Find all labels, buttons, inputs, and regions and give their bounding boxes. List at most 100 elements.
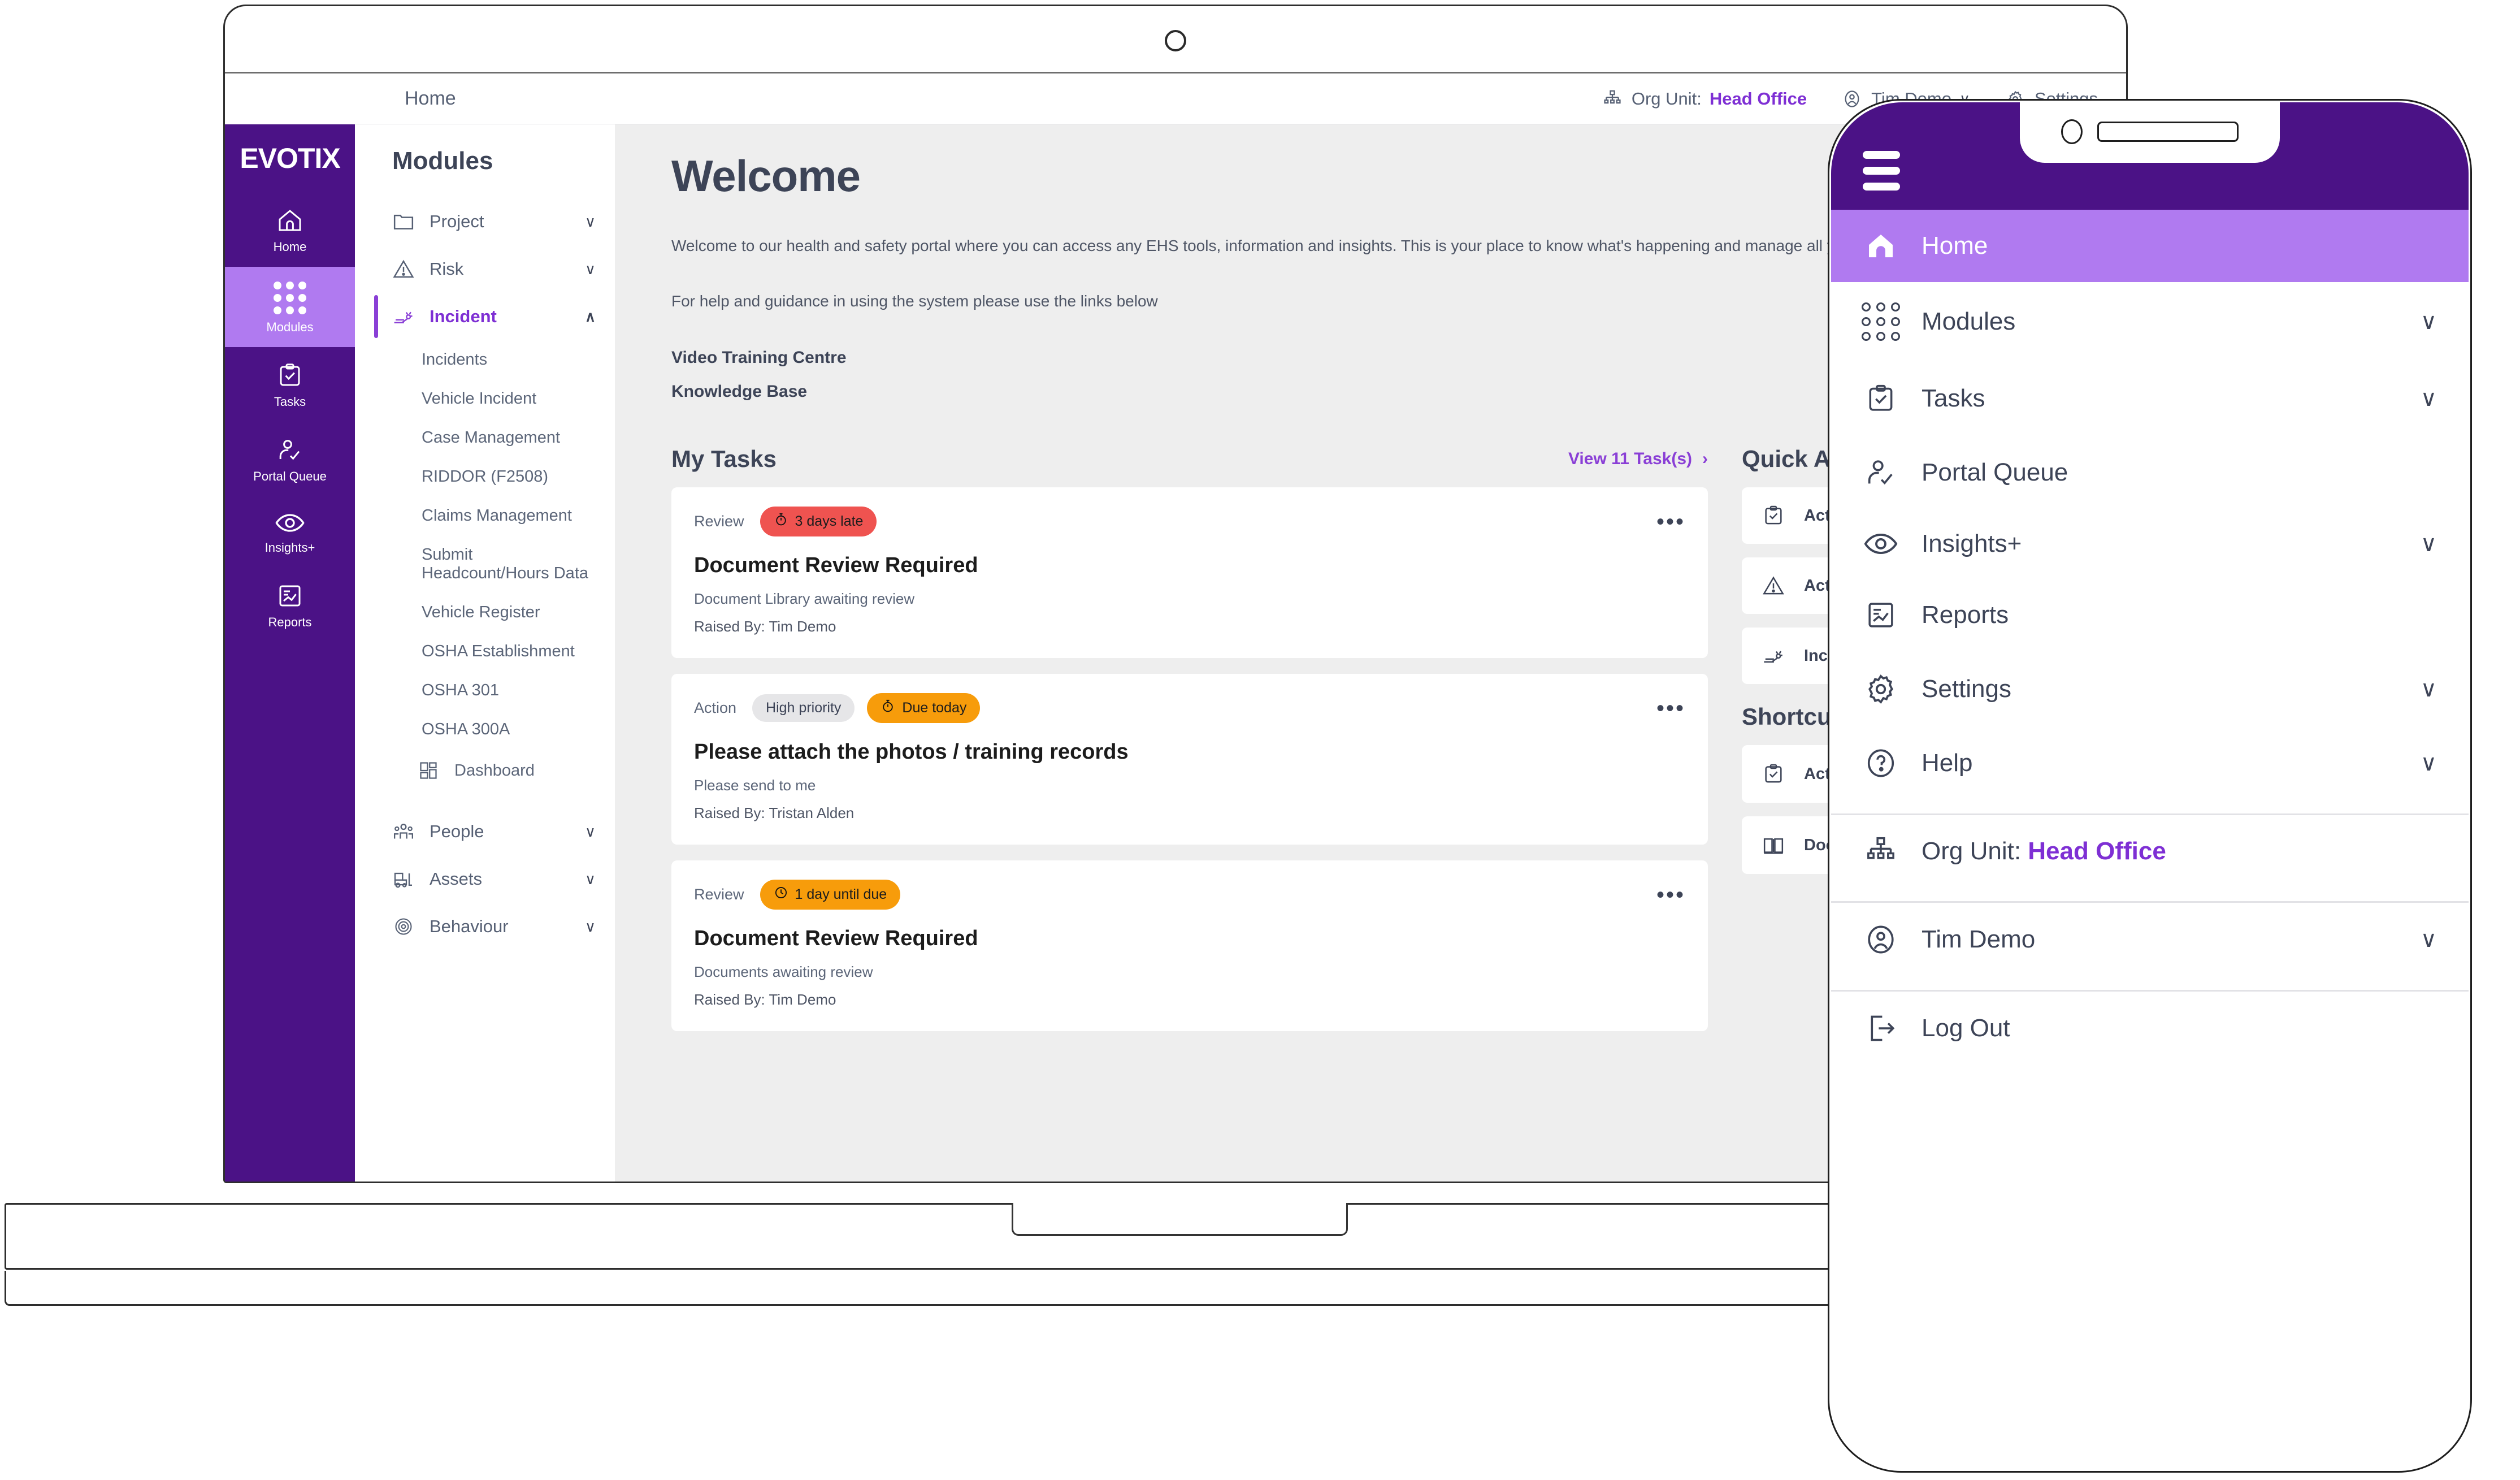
task-options-button[interactable]: •••: [1656, 697, 1685, 720]
drawer-sub-vehicle-incident[interactable]: Vehicle Incident: [355, 379, 615, 418]
status-badge-label: Due today: [902, 700, 967, 716]
report-chart-icon: [275, 582, 305, 609]
drawer-sub-osha-establishment[interactable]: OSHA Establishment: [355, 632, 615, 671]
chevron-down-icon: ∨: [2420, 309, 2437, 334]
hamburger-menu-icon[interactable]: [1863, 151, 1900, 191]
mobile-item-tasks[interactable]: Tasks ∨: [1831, 361, 2469, 436]
laptop-base-notch: [1012, 1203, 1348, 1236]
drawer-sub-claims-management[interactable]: Claims Management: [355, 496, 615, 535]
sidebar-item-home[interactable]: Home: [225, 192, 355, 267]
drawer-sub-dashboard[interactable]: Dashboard: [355, 749, 615, 792]
status-badge: 1 day until due: [760, 880, 901, 910]
grid-icon: [1862, 302, 1900, 341]
table-row[interactable]: Review 1 day until due ••• Document Revi…: [671, 860, 1708, 1031]
report-chart-icon: [1863, 599, 1899, 631]
task-options-button[interactable]: •••: [1656, 510, 1685, 533]
task-meta: Raised By: Tristan Alden: [694, 804, 855, 821]
my-tasks-header: My Tasks View 11 Task(s) ›: [671, 445, 1708, 487]
table-row[interactable]: Action High priority Due today ••• Pleas…: [671, 674, 1708, 845]
priority-badge-label: High priority: [766, 700, 842, 716]
clipboard-check-icon: [275, 362, 305, 389]
mobile-label-insights: Insights+: [1922, 530, 2022, 557]
mobile-item-user[interactable]: Tim Demo ∨: [1831, 903, 2469, 976]
drawer-label-incident: Incident: [430, 306, 497, 326]
drawer-sub-submit-headcount[interactable]: Submit Headcount/Hours Data: [355, 535, 615, 593]
drawer-group-behaviour[interactable]: Behaviour ∨: [355, 903, 615, 950]
status-badge: 3 days late: [760, 507, 877, 536]
modules-drawer: Modules Project ∨ Risk ∨ Incident ∧ Inci…: [355, 124, 615, 1182]
mobile-item-logout[interactable]: Log Out: [1831, 992, 2469, 1065]
logout-icon: [1863, 1012, 1899, 1045]
view-tasks-link[interactable]: View 11 Task(s) ›: [1568, 449, 1708, 469]
task-description: Document Library awaiting review: [694, 590, 915, 607]
task-options-button[interactable]: •••: [1656, 884, 1685, 906]
mobile-item-settings[interactable]: Settings ∨: [1831, 652, 2469, 726]
sidebar-label-tasks: Tasks: [274, 395, 306, 409]
mobile-label-modules: Modules: [1922, 308, 2016, 335]
table-row[interactable]: Review 3 days late ••• Document Review R…: [671, 487, 1708, 658]
mobile-user-name: Tim Demo: [1922, 925, 2036, 953]
chevron-down-icon: ∨: [2420, 531, 2437, 556]
chevron-down-icon: ∨: [2420, 677, 2437, 702]
icon-rail: EVOTIX Home Modules Tasks Portal Queue I…: [225, 124, 355, 1182]
sidebar-item-reports[interactable]: Reports: [225, 568, 355, 642]
phone-notch: [2020, 101, 2280, 163]
mobile-menu: Home Modules ∨ Tasks ∨ Portal Queue Insi…: [1831, 210, 2469, 1065]
mobile-item-home[interactable]: Home: [1831, 210, 2469, 282]
help-circle-icon: [1863, 747, 1899, 780]
drawer-sub-osha-300a[interactable]: OSHA 300A: [355, 710, 615, 749]
drawer-title: Modules: [392, 147, 493, 175]
sidebar-label-insights: Insights+: [264, 540, 315, 555]
stopwatch-icon: [774, 512, 788, 531]
drawer-group-risk[interactable]: Risk ∨: [355, 245, 615, 293]
drawer-sub-osha-301[interactable]: OSHA 301: [355, 671, 615, 710]
sidebar-item-tasks[interactable]: Tasks: [225, 347, 355, 422]
chevron-down-icon: ∨: [2420, 751, 2437, 776]
drawer-sub-riddor[interactable]: RIDDOR (F2508): [355, 457, 615, 496]
mobile-item-modules[interactable]: Modules ∨: [1831, 282, 2469, 361]
drawer-sub-vehicle-register[interactable]: Vehicle Register: [355, 593, 615, 632]
drawer-sub-incidents[interactable]: Incidents: [355, 340, 615, 379]
org-unit-value: Head Office: [1709, 89, 1807, 109]
task-top-row: Review 3 days late •••: [694, 507, 1685, 536]
drawer-group-project[interactable]: Project ∨: [355, 198, 615, 245]
warning-triangle-icon: [1762, 574, 1785, 597]
mobile-label-tasks: Tasks: [1922, 384, 1985, 412]
mobile-item-insights[interactable]: Insights+ ∨: [1831, 509, 2469, 578]
drawer-group-incident[interactable]: Incident ∧: [355, 293, 615, 340]
chevron-down-icon: ∨: [2420, 386, 2437, 411]
mobile-org-unit-value: Head Office: [2028, 837, 2166, 865]
breadcrumb[interactable]: Home: [405, 88, 456, 110]
phone-camera-icon: [2061, 119, 2083, 144]
chevron-down-icon: ∨: [584, 213, 596, 230]
org-unit-selector[interactable]: Org Unit: Head Office: [1601, 88, 1807, 110]
sidebar-item-modules[interactable]: Modules: [225, 267, 355, 347]
stopwatch-icon: [881, 699, 895, 717]
composition-stage: Home Org Unit: Head Office EVOTIX Home M…: [0, 0, 2520, 1480]
sidebar-item-insights[interactable]: Insights+: [225, 496, 355, 568]
mobile-item-portal-queue[interactable]: Portal Queue: [1831, 436, 2469, 509]
sidebar-item-portal-queue[interactable]: Portal Queue: [225, 422, 355, 496]
mobile-item-org-unit[interactable]: Org Unit: Head Office: [1831, 815, 2469, 888]
priority-badge: High priority: [752, 694, 855, 722]
clipboard-check-icon: [1762, 504, 1785, 527]
status-badge: Due today: [867, 693, 981, 723]
drawer-group-people[interactable]: People ∨: [355, 808, 615, 855]
drawer-sub-case-management[interactable]: Case Management: [355, 418, 615, 457]
task-type: Action: [694, 699, 737, 716]
task-description: Documents awaiting review: [694, 963, 873, 980]
task-top-row: Action High priority Due today •••: [694, 693, 1685, 723]
chevron-down-icon: ∨: [2420, 927, 2437, 952]
status-badge-label: 1 day until due: [795, 886, 887, 902]
book-icon: [1762, 834, 1785, 856]
drawer-group-assets[interactable]: Assets ∨: [355, 855, 615, 903]
drawer-label-behaviour: Behaviour: [430, 916, 509, 936]
eye-icon: [275, 511, 305, 535]
user-circle-icon: [1863, 923, 1899, 956]
mobile-item-help[interactable]: Help ∨: [1831, 726, 2469, 800]
mobile-label-settings: Settings: [1922, 675, 2011, 703]
mobile-item-reports[interactable]: Reports: [1831, 578, 2469, 652]
view-tasks-label: View 11 Task(s): [1568, 449, 1692, 468]
drawer-label-risk: Risk: [430, 259, 464, 279]
org-chart-icon: [1601, 88, 1624, 110]
